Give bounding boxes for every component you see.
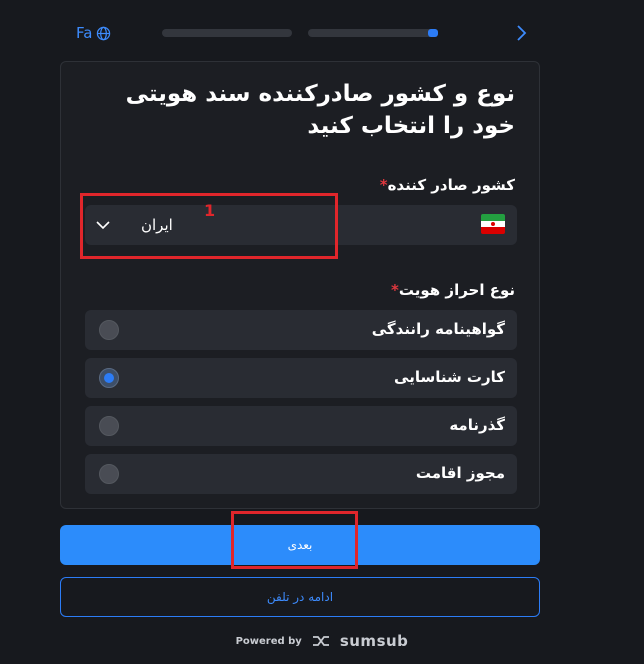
progress-fill xyxy=(427,29,438,37)
progress-step-2 xyxy=(308,29,438,37)
doc-type-option-residence-permit[interactable]: مجوز اقامت xyxy=(85,454,517,494)
annotation-number: 1 xyxy=(204,201,216,220)
document-selection-card: نوع و کشور صادرکننده سند هویتی خود را ان… xyxy=(60,61,540,509)
iran-flag-icon xyxy=(481,214,505,234)
brand-name: sumsub xyxy=(339,632,409,650)
globe-icon xyxy=(97,26,111,40)
radio-button-selected[interactable] xyxy=(99,368,119,388)
option-label: مجوز اقامت xyxy=(415,464,505,482)
doc-type-option-id-card[interactable]: کارت شناسایی xyxy=(85,358,517,398)
radio-button[interactable] xyxy=(99,320,119,340)
chevron-right-icon[interactable] xyxy=(512,22,530,44)
language-switcher[interactable]: Fa xyxy=(76,24,111,42)
doc-type-label: نوع احراز هویت* xyxy=(391,281,515,299)
option-label: گذرنامه xyxy=(449,416,505,434)
doc-type-option-driving-license[interactable]: گواهینامه رانندگی xyxy=(85,310,517,350)
radio-button[interactable] xyxy=(99,464,119,484)
required-mark: * xyxy=(391,281,399,299)
doc-type-option-passport[interactable]: گذرنامه xyxy=(85,406,517,446)
language-label: Fa xyxy=(76,24,93,42)
progress-step-1 xyxy=(162,29,292,37)
continue-on-phone-button[interactable]: ادامه در تلفن xyxy=(60,577,540,617)
option-label: کارت شناسایی xyxy=(394,368,505,386)
top-bar: Fa xyxy=(60,18,540,48)
powered-by-label: Powered by xyxy=(235,635,302,647)
footer: Powered by sumsub xyxy=(0,632,644,650)
option-label: گواهینامه رانندگی xyxy=(371,320,505,338)
radio-button[interactable] xyxy=(99,416,119,436)
page-title: نوع و کشور صادرکننده سند هویتی خود را ان… xyxy=(125,81,515,139)
sumsub-logo-icon xyxy=(312,636,329,646)
annotation-box-next-button xyxy=(231,511,358,569)
country-label: کشور صادر کننده* xyxy=(379,176,515,194)
required-mark: * xyxy=(379,176,388,194)
